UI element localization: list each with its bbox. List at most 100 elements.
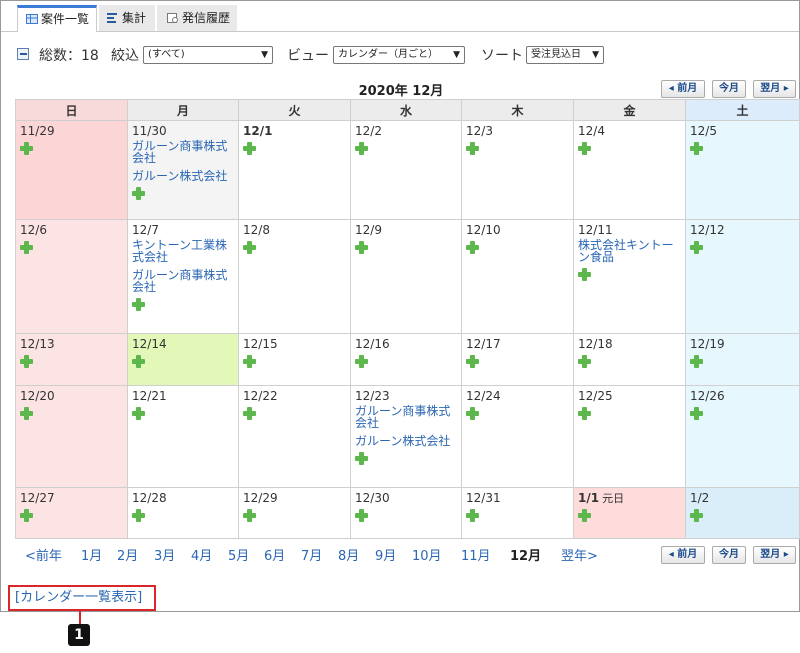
tab-deal-list[interactable]: 案件一覧 xyxy=(17,5,97,32)
next-year-link[interactable]: 翌年> xyxy=(561,545,598,564)
day-cell: 12/18 xyxy=(573,333,686,386)
add-icon[interactable] xyxy=(466,241,479,254)
day-cell: 11/29 xyxy=(15,120,128,220)
calendar-grid: 日 月 火 水 木 金 土 11/29 11/30 ガルーン商事株式会社 ガルー… xyxy=(15,99,800,539)
day-date: 11/29 xyxy=(20,124,55,138)
add-icon[interactable] xyxy=(243,355,256,368)
day-cell: 11/30 ガルーン商事株式会社 ガルーン株式会社 xyxy=(127,120,239,220)
add-icon[interactable] xyxy=(690,407,703,420)
add-icon[interactable] xyxy=(466,142,479,155)
month-link-6[interactable]: 6月 xyxy=(264,545,285,564)
month-link-3[interactable]: 3月 xyxy=(154,545,175,564)
this-month-button[interactable]: 今月 xyxy=(712,546,746,564)
week-row: 12/13 12/14 12/15 12/16 12/17 12/18 12/1… xyxy=(15,333,800,386)
add-icon[interactable] xyxy=(243,407,256,420)
add-icon[interactable] xyxy=(355,452,368,465)
add-icon[interactable] xyxy=(466,407,479,420)
add-icon[interactable] xyxy=(578,509,591,522)
add-icon[interactable] xyxy=(690,509,703,522)
add-icon[interactable] xyxy=(578,268,591,281)
weekday-header: 日 月 火 水 木 金 土 xyxy=(15,99,800,121)
day-cell: 1/2 xyxy=(685,487,800,539)
event-link[interactable]: 株式会社キントーン食品 xyxy=(578,239,682,263)
day-cell: 12/16 xyxy=(350,333,462,386)
month-link-10[interactable]: 10月 xyxy=(412,545,442,564)
day-cell: 12/27 xyxy=(15,487,128,539)
event-link[interactable]: キントーン工業株式会社 xyxy=(132,239,235,263)
add-icon[interactable] xyxy=(578,142,591,155)
event-link[interactable]: ガルーン商事株式会社 xyxy=(132,269,235,293)
add-icon[interactable] xyxy=(466,509,479,522)
month-link-5[interactable]: 5月 xyxy=(228,545,249,564)
day-date: 12/24 xyxy=(466,389,501,403)
callout-line xyxy=(79,611,81,624)
month-link-7[interactable]: 7月 xyxy=(301,545,322,564)
month-link-8[interactable]: 8月 xyxy=(338,545,359,564)
day-cell: 12/30 xyxy=(350,487,462,539)
view-select[interactable]: カレンダー（月ごと） ▼ xyxy=(333,46,465,64)
month-link-4[interactable]: 4月 xyxy=(191,545,212,564)
day-date: 12/5 xyxy=(690,124,717,138)
add-icon[interactable] xyxy=(355,509,368,522)
next-month-button[interactable]: 翌月 ▸ xyxy=(753,80,796,98)
tab-send-history[interactable]: 発信履歴 xyxy=(157,5,237,31)
prev-month-label: 前月 xyxy=(677,83,698,94)
add-icon[interactable] xyxy=(243,142,256,155)
day-cell: 12/1 xyxy=(238,120,351,220)
this-month-button[interactable]: 今月 xyxy=(712,80,746,98)
event-link[interactable]: ガルーン株式会社 xyxy=(132,170,235,182)
day-date: 12/13 xyxy=(20,337,55,351)
chart-icon xyxy=(107,12,117,23)
day-cell: 12/8 xyxy=(238,219,351,334)
day-cell: 12/31 xyxy=(461,487,574,539)
add-icon[interactable] xyxy=(243,241,256,254)
add-icon[interactable] xyxy=(355,142,368,155)
tab-summary[interactable]: 集計 xyxy=(99,5,155,31)
add-icon[interactable] xyxy=(690,241,703,254)
day-date: 12/25 xyxy=(578,389,613,403)
add-icon[interactable] xyxy=(20,407,33,420)
add-icon[interactable] xyxy=(132,509,145,522)
day-cell: 12/20 xyxy=(15,385,128,488)
prev-month-button[interactable]: ◂ 前月 xyxy=(661,80,705,98)
sort-select[interactable]: 受注見込日 ▼ xyxy=(526,46,604,64)
expand-icon[interactable] xyxy=(17,48,29,60)
month-link-1[interactable]: 1月 xyxy=(81,545,102,564)
add-icon[interactable] xyxy=(132,355,145,368)
month-link-9[interactable]: 9月 xyxy=(375,545,396,564)
add-icon[interactable] xyxy=(20,355,33,368)
day-date: 12/16 xyxy=(355,337,390,351)
month-link-11[interactable]: 11月 xyxy=(461,545,491,564)
event-link[interactable]: ガルーン株式会社 xyxy=(355,435,458,447)
event-link[interactable]: ガルーン商事株式会社 xyxy=(132,140,235,164)
add-icon[interactable] xyxy=(243,509,256,522)
prev-year-link[interactable]: <前年 xyxy=(25,545,62,564)
prev-month-button[interactable]: ◂ 前月 xyxy=(661,546,705,564)
add-icon[interactable] xyxy=(132,187,145,200)
day-date: 11/30 xyxy=(132,124,167,138)
add-icon[interactable] xyxy=(355,241,368,254)
event-link[interactable]: ガルーン商事株式会社 xyxy=(355,405,458,429)
add-icon[interactable] xyxy=(132,407,145,420)
day-date: 12/11 xyxy=(578,223,613,237)
narrow-select[interactable]: (すべて) ▼ xyxy=(143,46,273,64)
calendar-list-view-link[interactable]: [カレンダー一覧表示] xyxy=(8,585,156,611)
add-icon[interactable] xyxy=(20,142,33,155)
next-month-button[interactable]: 翌月 ▸ xyxy=(753,546,796,564)
add-icon[interactable] xyxy=(132,298,145,311)
month-link-2[interactable]: 2月 xyxy=(117,545,138,564)
day-date: 12/20 xyxy=(20,389,55,403)
add-icon[interactable] xyxy=(466,355,479,368)
month-current: 12月 xyxy=(510,549,542,564)
add-icon[interactable] xyxy=(20,509,33,522)
add-icon[interactable] xyxy=(578,407,591,420)
day-date: 12/8 xyxy=(243,223,270,237)
day-date: 12/9 xyxy=(355,223,382,237)
add-icon[interactable] xyxy=(578,355,591,368)
add-icon[interactable] xyxy=(690,355,703,368)
day-date: 12/10 xyxy=(466,223,501,237)
add-icon[interactable] xyxy=(20,241,33,254)
add-icon[interactable] xyxy=(690,142,703,155)
tab-label: 集計 xyxy=(122,11,147,25)
add-icon[interactable] xyxy=(355,355,368,368)
